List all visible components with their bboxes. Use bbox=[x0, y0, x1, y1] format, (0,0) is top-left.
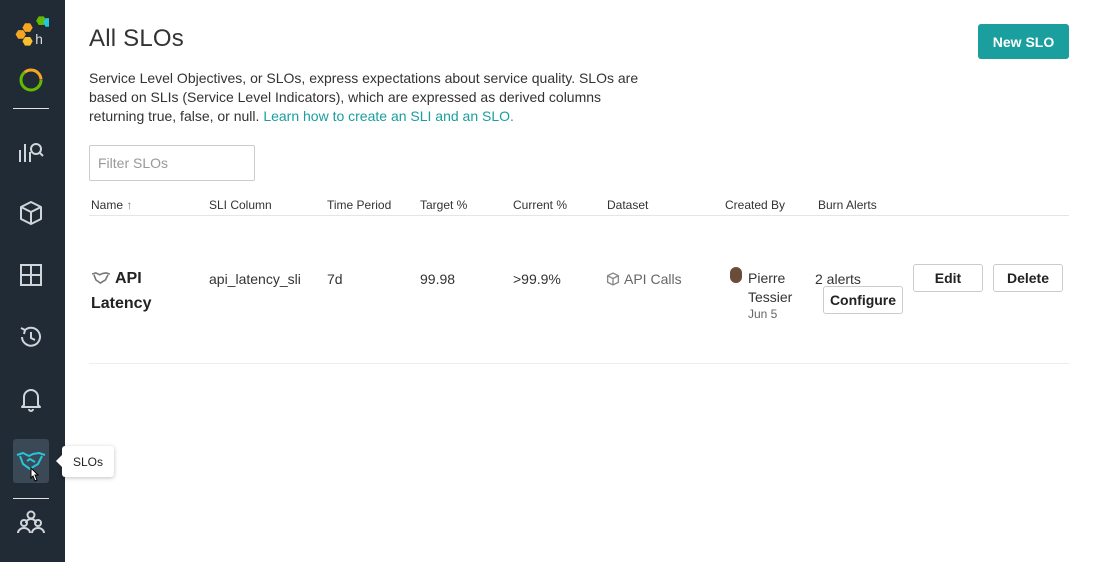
slo-dataset[interactable]: API Calls bbox=[606, 271, 682, 287]
learn-more-link[interactable]: Learn how to create an SLI and an SLO. bbox=[263, 108, 514, 124]
slo-created-date: Jun 5 bbox=[748, 307, 778, 321]
header-created-by: Created By bbox=[725, 198, 786, 212]
slo-handshake-icon bbox=[91, 269, 111, 292]
slo-time-period: 7d bbox=[327, 271, 343, 287]
header-sli-column: SLI Column bbox=[209, 198, 272, 212]
header-current: Current % bbox=[513, 198, 568, 212]
query-chart-icon[interactable] bbox=[13, 133, 49, 169]
dataset-cube-icon bbox=[606, 272, 620, 286]
header-dataset: Dataset bbox=[607, 198, 649, 212]
boards-grid-icon[interactable] bbox=[13, 257, 49, 293]
team-users-icon[interactable] bbox=[13, 504, 49, 540]
datasets-cube-icon[interactable] bbox=[13, 195, 49, 231]
sidebar-divider bbox=[13, 498, 49, 499]
slo-sli-column: api_latency_sli bbox=[209, 271, 301, 287]
slo-current: >99.9% bbox=[513, 271, 561, 287]
delete-button[interactable]: Delete bbox=[993, 264, 1063, 292]
slo-burn-alerts: 2 alerts bbox=[815, 271, 861, 287]
header-target: Target % bbox=[420, 198, 468, 212]
activity-ring-icon[interactable] bbox=[13, 62, 49, 98]
history-clock-icon[interactable] bbox=[13, 319, 49, 355]
creator-name-text: Pierre Tessier bbox=[748, 270, 793, 305]
sidebar-divider bbox=[13, 108, 49, 109]
header-name-label: Name bbox=[91, 198, 124, 212]
page-title: All SLOs bbox=[89, 25, 184, 52]
slo-dataset-text: API Calls bbox=[624, 271, 682, 287]
sidebar: h bbox=[0, 0, 65, 562]
sidebar-tooltip: SLOs bbox=[56, 446, 114, 477]
header-name[interactable]: Name ↑ bbox=[91, 198, 132, 212]
new-slo-button[interactable]: New SLO bbox=[978, 24, 1069, 59]
slo-name[interactable]: API Latency bbox=[91, 267, 201, 315]
edit-button[interactable]: Edit bbox=[913, 264, 983, 292]
row-divider bbox=[89, 363, 1069, 364]
header-divider bbox=[89, 215, 1069, 216]
slo-created-by: Pierre Tessier bbox=[748, 269, 798, 307]
filter-slos-input[interactable] bbox=[89, 145, 255, 181]
svg-text:h: h bbox=[35, 32, 43, 47]
header-time-period: Time Period bbox=[327, 198, 392, 212]
header-burn-alerts: Burn Alerts bbox=[818, 198, 877, 212]
configure-button[interactable]: Configure bbox=[823, 286, 903, 314]
page-description: Service Level Objectives, or SLOs, expre… bbox=[89, 69, 649, 126]
sort-arrow-icon: ↑ bbox=[126, 198, 133, 212]
creator-avatar bbox=[730, 267, 742, 283]
slo-target: 99.98 bbox=[420, 271, 456, 287]
honeycomb-logo[interactable]: h bbox=[13, 13, 49, 49]
slos-handshake-icon[interactable] bbox=[13, 439, 49, 483]
triggers-bell-icon[interactable] bbox=[13, 381, 49, 417]
